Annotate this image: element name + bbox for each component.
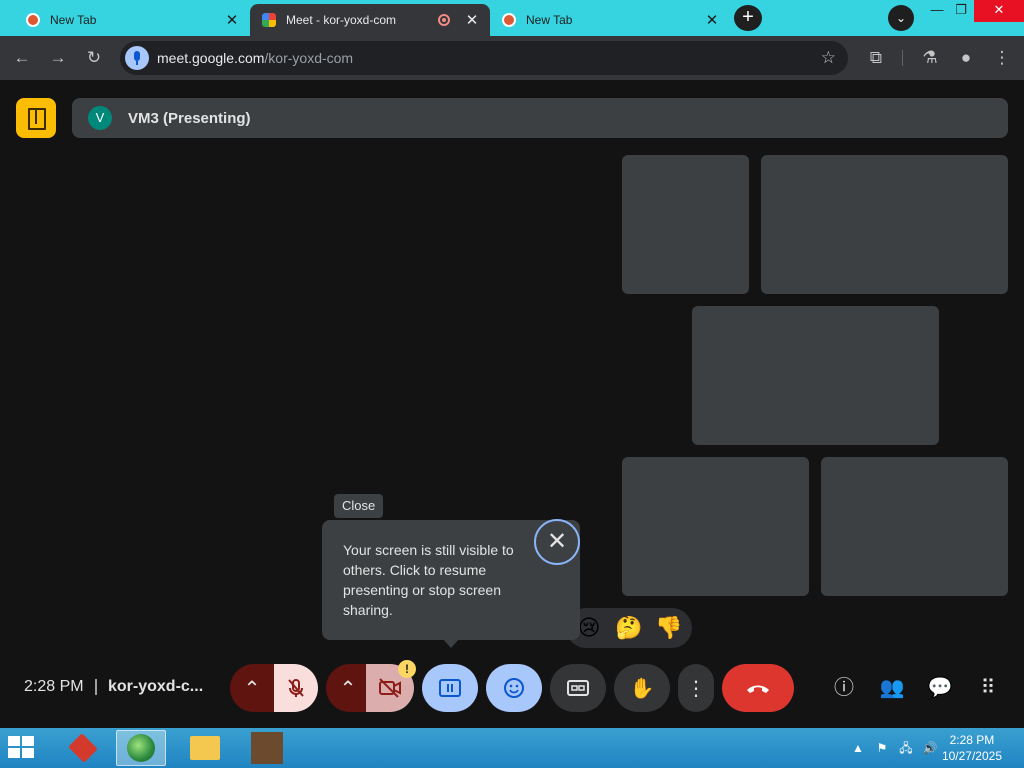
browser-globe-icon [127,734,155,762]
mic-off-icon [288,679,304,697]
reload-button[interactable]: ↻ [80,44,108,72]
meeting-clock: 2:28 PM [24,678,84,695]
chat-icon[interactable]: 💬 [926,674,954,702]
tab-title: New Tab [526,13,573,27]
taskbar-app-red-box[interactable] [58,730,108,766]
back-button[interactable]: ← [8,44,36,72]
media-thumbnail-icon [251,732,283,764]
reaction-thinking-icon[interactable]: 🤔 [612,611,646,645]
chevron-up-icon: ⌃ [339,677,357,700]
participant-tile[interactable] [821,457,1008,596]
browser-toolbar: ← → ↻ meet.google.com/kor-yoxd-com ☆ ⧉ ⚗… [0,36,1024,80]
meet-stage: V VM3 (Presenting) 😢 🤔 👎 Close Your scre… [0,80,1024,728]
avatar: V [88,106,112,130]
room-exit-icon[interactable] [16,98,56,138]
start-button[interactable] [8,736,36,760]
participant-tile[interactable] [622,457,809,596]
duckduckgo-icon [26,13,40,27]
windows-logo-icon [8,736,20,746]
forward-button[interactable]: → [44,44,72,72]
clock-date: 10/27/2025 [941,749,1002,763]
system-clock[interactable]: 2:28 PM 10/27/2025 [942,732,1002,764]
emoji-icon [504,678,524,698]
video-options-button[interactable]: ⌃ [326,664,370,712]
camera-off-icon [379,678,401,698]
close-icon[interactable]: ✕ [462,10,482,30]
leave-call-button[interactable] [722,664,794,712]
close-tooltip: Close [334,494,384,518]
tab-new-tab-2[interactable]: New Tab ✕ [490,4,730,36]
url-text[interactable]: meet.google.com/kor-yoxd-com [157,41,353,75]
participant-tile[interactable] [692,306,939,445]
close-icon[interactable]: ✕ [534,519,580,565]
close-icon[interactable]: ✕ [222,10,242,30]
clock-time: 2:28 PM [949,733,995,747]
participant-tile[interactable] [622,155,749,294]
windows-logo-pane [22,748,34,758]
tab-new-tab-1[interactable]: New Tab ✕ [14,4,250,36]
bookmark-star-icon[interactable]: ☆ [821,41,836,75]
windows-taskbar: ▲ ⚑ 🖧 🔊 2:28 PM 10/27/2025 [0,728,1024,768]
audio-options-button[interactable]: ⌃ [230,664,274,712]
app-box-icon [68,733,98,763]
reactions-bar: 😢 🤔 👎 [566,608,692,648]
chevron-up-icon: ⌃ [243,677,261,700]
tab-title: Meet - kor-yoxd-com [286,13,397,27]
volume-icon[interactable]: 🔊 [922,740,938,756]
tab-title: New Tab [50,13,97,27]
microphone-toggle-button[interactable] [274,664,318,712]
captions-button[interactable] [550,664,606,712]
present-pause-icon [439,679,461,697]
hand-icon: ✋ [629,677,655,700]
show-hidden-icons-icon[interactable]: ▲ [850,740,866,756]
microphone-icon[interactable] [125,46,149,70]
taskbar-app-browser[interactable] [116,730,166,766]
apps-grid-icon[interactable]: ⠿ [974,674,1002,702]
action-center-flag-icon[interactable]: ⚑ [874,740,890,756]
menu-kebab-icon[interactable]: ⋮ [988,44,1016,72]
more-vert-icon: ⋮ [686,677,706,700]
present-screen-button[interactable] [422,664,478,712]
presenter-label: VM3 (Presenting) [128,109,251,127]
windows-logo-pane [8,748,20,758]
presenter-bar: V VM3 (Presenting) [72,98,1008,138]
folder-icon [190,736,220,760]
tab-search-button[interactable]: ⌄ [888,5,914,31]
url-host: meet.google.com [157,50,265,66]
extensions-icon[interactable]: ⧉ [862,44,890,72]
address-bar[interactable]: meet.google.com/kor-yoxd-com ☆ [120,41,848,75]
taskbar-app-media[interactable] [242,730,292,766]
google-meet-icon [262,13,276,27]
send-reaction-button[interactable] [486,664,542,712]
profile-icon[interactable]: ● [952,44,980,72]
browser-tab-strip: New Tab ✕ Meet - kor-yoxd-com ✕ New Tab … [0,0,1024,36]
recording-icon [438,14,450,26]
participant-tile[interactable] [761,155,1008,294]
network-icon[interactable]: 🖧 [898,740,914,756]
window-close-button[interactable]: ✕ [974,0,1024,22]
raise-hand-button[interactable]: ✋ [614,664,670,712]
close-icon[interactable]: ✕ [702,10,722,30]
more-options-button[interactable]: ⋮ [678,664,714,712]
closed-captions-icon [567,680,589,696]
duckduckgo-icon [502,13,516,27]
divider [95,679,97,695]
hang-up-icon [747,685,769,693]
popup-arrow [442,638,460,648]
tab-meet[interactable]: Meet - kor-yoxd-com ✕ [250,4,490,36]
popup-message: Your screen is still visible to others. … [343,542,514,618]
toolbar-divider [902,50,903,66]
reaction-thumbs-down-icon[interactable]: 👎 [652,611,686,645]
url-path: /kor-yoxd-com [264,50,354,66]
labs-flask-icon[interactable]: ⚗ [916,44,944,72]
warning-badge: ! [398,660,416,678]
new-tab-button[interactable]: + [734,5,762,31]
people-icon[interactable]: 👥 [878,674,906,702]
restore-button[interactable]: ❐ [946,0,976,22]
taskbar-file-explorer[interactable] [180,730,230,766]
windows-logo-pane [22,736,34,746]
meeting-code: kor-yoxd-c... [108,678,204,695]
info-icon[interactable]: ⓘ [830,674,858,702]
